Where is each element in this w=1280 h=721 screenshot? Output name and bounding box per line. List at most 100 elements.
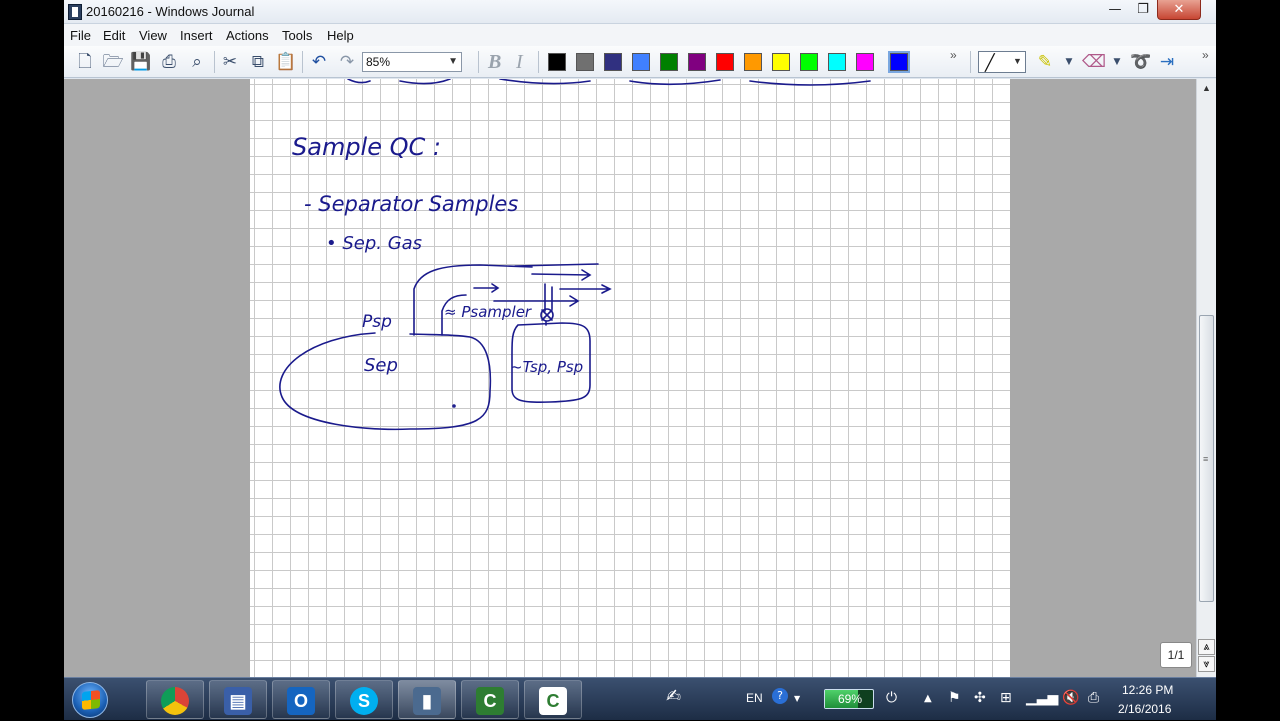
color-swatch[interactable] <box>604 53 622 71</box>
next-page-button[interactable]: ⩔ <box>1198 656 1215 672</box>
color-swatch[interactable] <box>828 53 846 71</box>
copy-icon[interactable]: ⧉ <box>247 51 269 73</box>
chevron-down-icon[interactable]: ▼ <box>1058 51 1080 73</box>
insert-space-icon[interactable]: ⇥ <box>1156 51 1178 73</box>
windows-icon[interactable]: ⊞ <box>1000 690 1012 706</box>
help-icon[interactable]: ? <box>772 688 788 704</box>
taskbar-camtasia-recorder[interactable]: C <box>461 680 519 719</box>
italic-button[interactable]: I <box>516 51 523 74</box>
previous-page-button[interactable]: ⩓ <box>1198 639 1215 655</box>
color-swatch[interactable] <box>888 51 910 73</box>
separator-vessel-outline <box>279 332 492 431</box>
journal-app-icon[interactable] <box>68 4 82 20</box>
ink-layer: Sample QC : - Separator Samples • Sep. G… <box>279 79 871 431</box>
ink-line-2: • Sep. Gas <box>326 233 422 254</box>
menu-edit[interactable]: Edit <box>103 28 125 43</box>
chevron-down-icon: ▼ <box>448 56 458 67</box>
menu-file[interactable]: File <box>70 28 91 43</box>
page-indicator: 1/1 <box>1160 642 1192 668</box>
toolbar-overflow-icon[interactable]: » <box>950 48 957 62</box>
toolbar-overflow-icon[interactable]: » <box>1202 48 1209 62</box>
language-indicator[interactable]: EN <box>746 691 763 705</box>
menu-help[interactable]: Help <box>327 28 354 43</box>
taskbar-outlook[interactable]: O <box>272 680 330 719</box>
menu-insert[interactable]: Insert <box>180 28 213 43</box>
color-swatch[interactable] <box>576 53 594 71</box>
color-swatch[interactable] <box>632 53 650 71</box>
cut-icon[interactable]: ✂ <box>219 51 241 73</box>
highlighter-icon[interactable]: ✎ <box>1034 51 1056 73</box>
zoom-select[interactable]: 85% ▼ <box>362 52 462 72</box>
printer-icon[interactable]: ⎙ <box>1088 690 1099 706</box>
toolbar-separator <box>970 51 971 73</box>
chevron-down-icon[interactable]: ▼ <box>794 694 800 703</box>
windows-taskbar: ▤ O S ▮ C C ✍ EN ? ▼ 69% ⏻ ▲ ⚑ ✣ ⊞ ▁▃▅ 🔇… <box>64 677 1216 720</box>
start-button[interactable] <box>72 682 108 718</box>
taskbar-journal[interactable]: ▮ <box>398 680 456 719</box>
menu-view[interactable]: View <box>139 28 167 43</box>
open-icon[interactable]: 🗁 <box>102 51 124 73</box>
taskbar-save-app[interactable]: ▤ <box>209 680 267 719</box>
flow-arrow-top <box>514 263 599 281</box>
find-icon[interactable]: ⌕ <box>186 51 208 73</box>
print-icon[interactable]: ⎙ <box>158 51 180 73</box>
title-bar: 20160216 - Windows Journal — ❐ ✕ <box>64 0 1216 24</box>
action-center-flag-icon[interactable]: ⚑ <box>948 690 961 706</box>
ink-label-psampler: ≈ Psampler <box>444 303 532 321</box>
redo-icon[interactable]: ↷ <box>336 51 358 73</box>
color-swatch[interactable] <box>772 53 790 71</box>
clock-date[interactable]: 2/16/2016 <box>1118 702 1171 716</box>
close-button[interactable]: ✕ <box>1157 0 1201 20</box>
wifi-signal-icon[interactable]: ▁▃▅ <box>1026 690 1058 706</box>
network-sharing-icon[interactable]: ✣ <box>974 690 986 706</box>
toolbar-separator <box>214 51 215 73</box>
power-plug-icon[interactable]: ⏻ <box>886 690 897 706</box>
pen-input-icon[interactable]: ✍ <box>666 686 681 707</box>
show-hidden-icons-chevron[interactable]: ▲ <box>924 693 932 704</box>
ink-dot <box>452 404 456 408</box>
taskbar-skype[interactable]: S <box>335 680 393 719</box>
vertical-scrollbar[interactable]: ▲ ≡ ⩓ ⩔ <box>1196 79 1216 677</box>
volume-muted-icon[interactable]: 🔇 <box>1062 690 1079 706</box>
color-swatch[interactable] <box>688 53 706 71</box>
color-swatch[interactable] <box>856 53 874 71</box>
camtasia-studio-icon: C <box>539 687 567 715</box>
scroll-up-icon[interactable]: ▲ <box>1197 79 1216 97</box>
ink-label-sep: Sep <box>364 355 398 376</box>
ink-title: Sample QC : <box>292 133 441 161</box>
pen-select[interactable]: ╱ ▼ <box>978 51 1026 73</box>
note-page[interactable]: Sample QC : - Separator Samples • Sep. G… <box>250 79 1010 677</box>
minimize-button[interactable]: — <box>1100 0 1130 20</box>
taskbar-chrome[interactable] <box>146 680 204 719</box>
journal-window: 20160216 - Windows Journal — ❐ ✕ File Ed… <box>64 0 1216 720</box>
pen-icon: ╱ <box>985 55 995 72</box>
color-swatch[interactable] <box>800 53 818 71</box>
toolbar-separator <box>538 51 539 73</box>
color-swatch[interactable] <box>744 53 762 71</box>
window-title: 20160216 - Windows Journal <box>86 4 255 19</box>
bold-button[interactable]: B <box>488 51 501 74</box>
color-swatch[interactable] <box>660 53 678 71</box>
eraser-icon[interactable]: ⌫ <box>1082 51 1106 73</box>
ink-label-tsp: ~Tsp, Psp <box>510 358 583 376</box>
color-swatch[interactable] <box>716 53 734 71</box>
menu-tools[interactable]: Tools <box>282 28 312 43</box>
paste-icon[interactable]: 📋 <box>275 51 297 73</box>
taskbar-camtasia-studio[interactable]: C <box>524 680 582 719</box>
battery-meter[interactable]: 69% <box>824 689 874 709</box>
lasso-select-icon[interactable]: ➰ <box>1130 51 1152 73</box>
clock-time[interactable]: 12:26 PM <box>1122 683 1173 697</box>
chrome-icon <box>161 687 189 715</box>
chevron-down-icon[interactable]: ▼ <box>1106 51 1128 73</box>
undo-icon[interactable]: ↶ <box>308 51 330 73</box>
color-swatch[interactable] <box>548 53 566 71</box>
floppy-icon: ▤ <box>224 687 252 715</box>
ink-strokes <box>279 79 871 431</box>
flow-arrow-right <box>559 284 612 294</box>
maximize-button[interactable]: ❐ <box>1128 0 1158 20</box>
new-page-icon[interactable]: 🗋 <box>74 51 96 73</box>
menu-actions[interactable]: Actions <box>226 28 269 43</box>
save-icon[interactable]: 💾 <box>130 51 152 73</box>
windows-logo-icon <box>82 690 100 710</box>
scroll-thumb[interactable]: ≡ <box>1199 315 1214 602</box>
